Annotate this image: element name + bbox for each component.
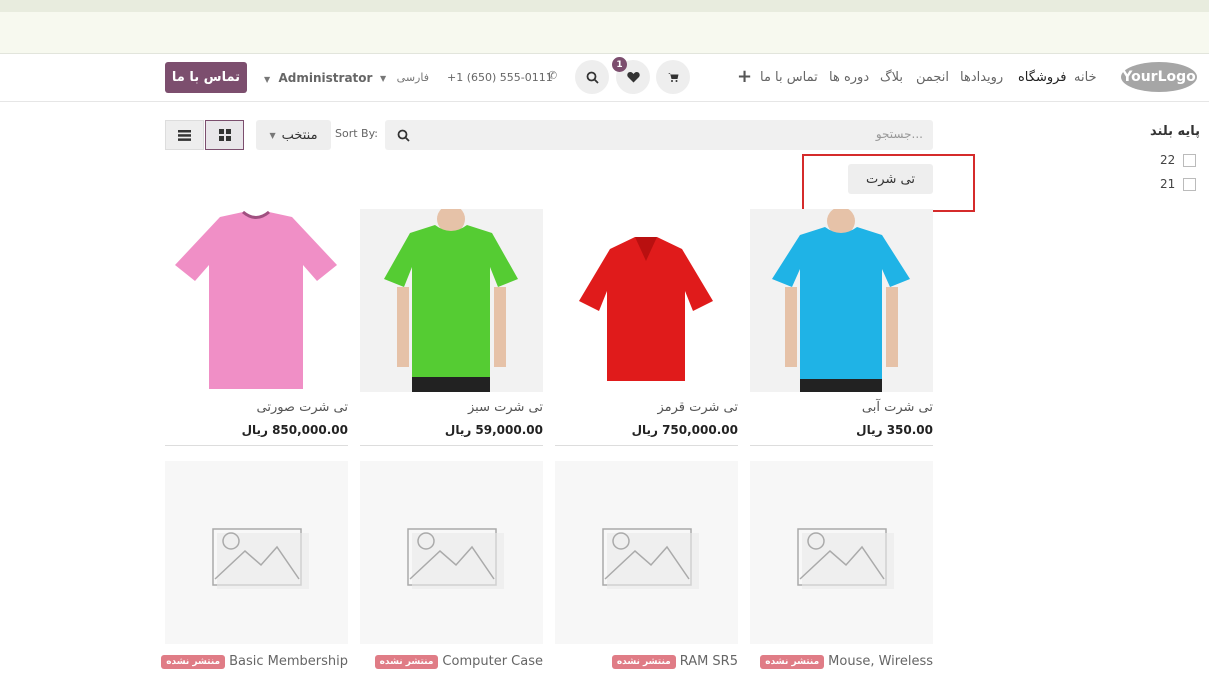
user-menu[interactable]: ▼ Administrator <box>264 71 372 85</box>
product-price: 850,000.00 ریال <box>241 423 348 437</box>
search-toggle-button[interactable] <box>575 60 609 94</box>
product-name[interactable]: تی شرت قرمز <box>555 400 738 415</box>
product-card[interactable]: منتشر نشده Mouse, Wireless <box>750 461 933 669</box>
checkbox[interactable] <box>1183 177 1197 191</box>
nav-shop[interactable]: فروشگاه <box>1018 70 1067 85</box>
top-banner <box>0 0 1209 54</box>
checkbox[interactable] <box>1183 153 1197 167</box>
unpublished-badge: منتشر نشده <box>161 654 226 669</box>
divider <box>750 445 933 446</box>
language-label: فارسی <box>396 71 429 84</box>
placeholder-image[interactable] <box>750 461 933 644</box>
wishlist-count-badge: 1 <box>612 57 627 72</box>
nav-home[interactable]: خانه <box>1074 70 1097 85</box>
heart-icon <box>626 72 640 83</box>
nav-contact[interactable]: تماس با ما <box>760 70 818 85</box>
shirt-shape <box>175 212 337 389</box>
chevron-down-icon: ▼ <box>264 75 271 84</box>
chevron-down-icon: ▼ <box>380 74 387 83</box>
navbar: YourLogo خانه فروشگاه بلاگ انجمن رویداده… <box>0 54 1209 102</box>
divider <box>555 445 738 446</box>
product-name[interactable]: Mouse, Wireless <box>828 654 933 669</box>
product-name[interactable]: RAM SR5 <box>680 654 738 669</box>
nav-forum[interactable]: انجمن <box>916 70 949 85</box>
product-card[interactable]: منتشر نشده Computer Case <box>360 461 543 669</box>
cart-icon <box>668 73 679 82</box>
product-price: 350.00 ریال <box>856 423 933 437</box>
category-chip[interactable]: تی شرت <box>848 164 933 194</box>
filter-option-label: 22 <box>1160 153 1176 167</box>
search-field[interactable]: جستجو... <box>385 120 933 150</box>
placeholder-image[interactable] <box>360 461 543 644</box>
filter-title: پایه بلند <box>1150 124 1201 139</box>
phone-number[interactable]: +1 (650) 555-0111 <box>447 71 553 84</box>
search-icon[interactable] <box>397 127 410 146</box>
add-icon[interactable]: + <box>737 66 752 87</box>
search-placeholder: جستجو... <box>875 127 923 141</box>
product-name[interactable]: تی شرت آبی <box>750 400 933 415</box>
contact-us-button[interactable]: تماس با ما <box>165 62 247 93</box>
product-name[interactable]: تی شرت سبز <box>360 400 543 415</box>
unpublished-badge: منتشر نشده <box>611 654 676 669</box>
nav-courses[interactable]: دوره ها <box>829 70 869 85</box>
product-price: 750,000.00 ریال <box>631 423 738 437</box>
sort-label: Sort By: <box>335 127 379 140</box>
placeholder-image[interactable] <box>165 461 348 644</box>
product-name[interactable]: Basic Membership <box>229 654 348 669</box>
product-image[interactable] <box>165 209 348 392</box>
product-card[interactable]: تی شرت قرمز 750,000.00 ریال <box>555 209 738 446</box>
filter-option-label: 21 <box>1160 177 1176 191</box>
product-card[interactable]: منتشر نشده Basic Membership <box>161 461 348 669</box>
placeholder-image[interactable] <box>555 461 738 644</box>
unpublished-badge: منتشر نشده <box>374 654 439 669</box>
list-icon <box>178 129 191 141</box>
product-image[interactable] <box>360 209 543 392</box>
product-price: 59,000.00 ریال <box>444 423 543 437</box>
product-name[interactable]: تی شرت صورتی <box>165 400 348 415</box>
nav-blog[interactable]: بلاگ <box>880 70 903 85</box>
list-view-button[interactable] <box>165 120 204 150</box>
divider <box>165 445 348 446</box>
product-image[interactable] <box>750 209 933 392</box>
sort-value: منتخب <box>281 127 318 143</box>
grid-view-button[interactable] <box>205 120 244 150</box>
product-card[interactable]: تی شرت سبز 59,000.00 ریال <box>360 209 543 446</box>
top-strip <box>0 0 1209 12</box>
user-name: Administrator <box>278 71 373 85</box>
unpublished-badge: منتشر نشده <box>760 654 825 669</box>
product-card[interactable]: تی شرت آبی 350.00 ریال <box>750 209 933 446</box>
filter-option[interactable]: 21 <box>1160 177 1197 191</box>
grid-icon <box>218 129 231 141</box>
sort-select[interactable]: ▼ منتخب <box>256 120 331 150</box>
filter-option[interactable]: 22 <box>1160 153 1197 167</box>
search-icon <box>586 71 599 84</box>
product-name[interactable]: Computer Case <box>442 654 543 669</box>
logo[interactable]: YourLogo <box>1121 62 1197 92</box>
product-card[interactable]: تی شرت صورتی 850,000.00 ریال <box>165 209 348 446</box>
cart-button[interactable] <box>656 60 690 94</box>
product-image[interactable] <box>555 209 738 392</box>
divider <box>360 445 543 446</box>
product-card[interactable]: منتشر نشده RAM SR5 <box>555 461 738 669</box>
language-selector[interactable]: ▼ فارسی <box>380 71 429 84</box>
chevron-down-icon: ▼ <box>269 130 276 140</box>
nav-events[interactable]: رویدادها <box>960 70 1003 85</box>
